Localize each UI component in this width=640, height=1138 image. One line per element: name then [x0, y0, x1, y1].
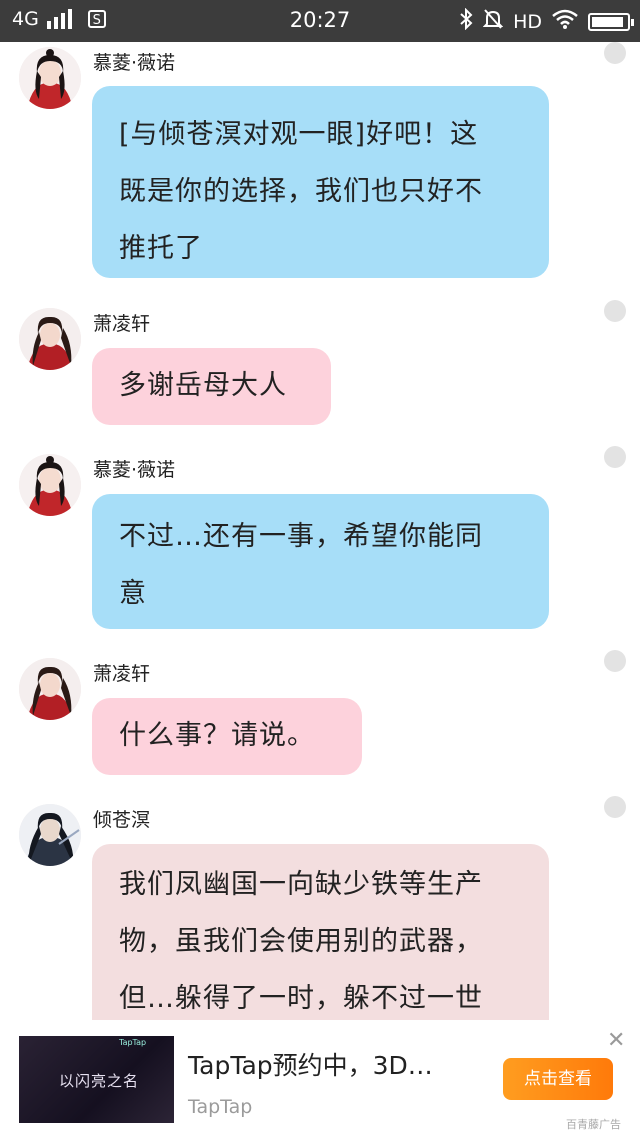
ad-thumbnail-caption: TapTap [119, 1038, 147, 1047]
message-bubble[interactable]: 什么事？请说。 [92, 698, 362, 775]
select-indicator[interactable] [604, 300, 626, 322]
message-line: 推托了 [119, 233, 203, 264]
sender-name: 萧凌轩 [93, 313, 151, 335]
battery-icon [588, 12, 634, 31]
message-line: 物，虽我们会使用别的武器， [119, 926, 483, 957]
avatar[interactable] [19, 658, 81, 720]
ad-label: 百青藤广告 [566, 1118, 621, 1131]
message-line: 意 [119, 578, 147, 609]
message-line: 什么事？请说。 [119, 720, 315, 751]
avatar[interactable] [19, 308, 81, 370]
message-line: [与倾苍溟对观一眼]好吧！这 [119, 119, 479, 150]
bluetooth-icon [459, 7, 473, 35]
message-bubble[interactable]: 不过…还有一事，希望你能同 意 [92, 494, 549, 629]
ad-title[interactable]: TapTap预约中，3D… [188, 1046, 433, 1082]
message-line: 但…躲得了一时，躲不过一世 [119, 983, 483, 1014]
message-line: 既是你的选择，我们也只好不 [119, 176, 483, 207]
message-bubble[interactable]: 多谢岳母大人 [92, 348, 331, 425]
message-line: 多谢岳母大人 [119, 370, 287, 401]
status-bar-right: HD [459, 7, 634, 35]
close-icon[interactable]: ✕ [607, 1030, 625, 1052]
sender-name: 萧凌轩 [93, 663, 151, 685]
ad-view-button[interactable]: 点击查看 [503, 1058, 613, 1100]
sender-name: 慕菱·薇诺 [93, 52, 176, 74]
sender-name: 倾苍溟 [93, 809, 151, 831]
message-line: 不过…还有一事，希望你能同 [119, 521, 483, 552]
select-indicator[interactable] [604, 42, 626, 64]
avatar[interactable] [19, 47, 81, 109]
select-indicator[interactable] [604, 796, 626, 818]
avatar[interactable] [19, 804, 81, 866]
sender-name: 慕菱·薇诺 [93, 459, 176, 481]
mute-icon [482, 8, 504, 35]
message-bubble[interactable]: [与倾苍溟对观一眼]好吧！这 既是你的选择，我们也只好不 推托了 [92, 86, 549, 278]
message-line: 我们凤幽国一向缺少铁等生产 [119, 869, 483, 900]
wifi-icon [552, 9, 578, 34]
ad-banner[interactable]: TapTap 以闪亮之名 TapTap预约中，3D… TapTap 点击查看 ✕… [0, 1020, 640, 1138]
ad-source: TapTap [188, 1096, 253, 1118]
select-indicator[interactable] [604, 650, 626, 672]
status-bar: 4G S 20:27 HD [0, 0, 640, 42]
ad-thumbnail-logo: 以闪亮之名 [59, 1072, 140, 1090]
avatar[interactable] [19, 454, 81, 516]
select-indicator[interactable] [604, 446, 626, 468]
hd-label: HD [513, 10, 542, 33]
ad-thumbnail[interactable]: TapTap 以闪亮之名 [19, 1036, 174, 1123]
